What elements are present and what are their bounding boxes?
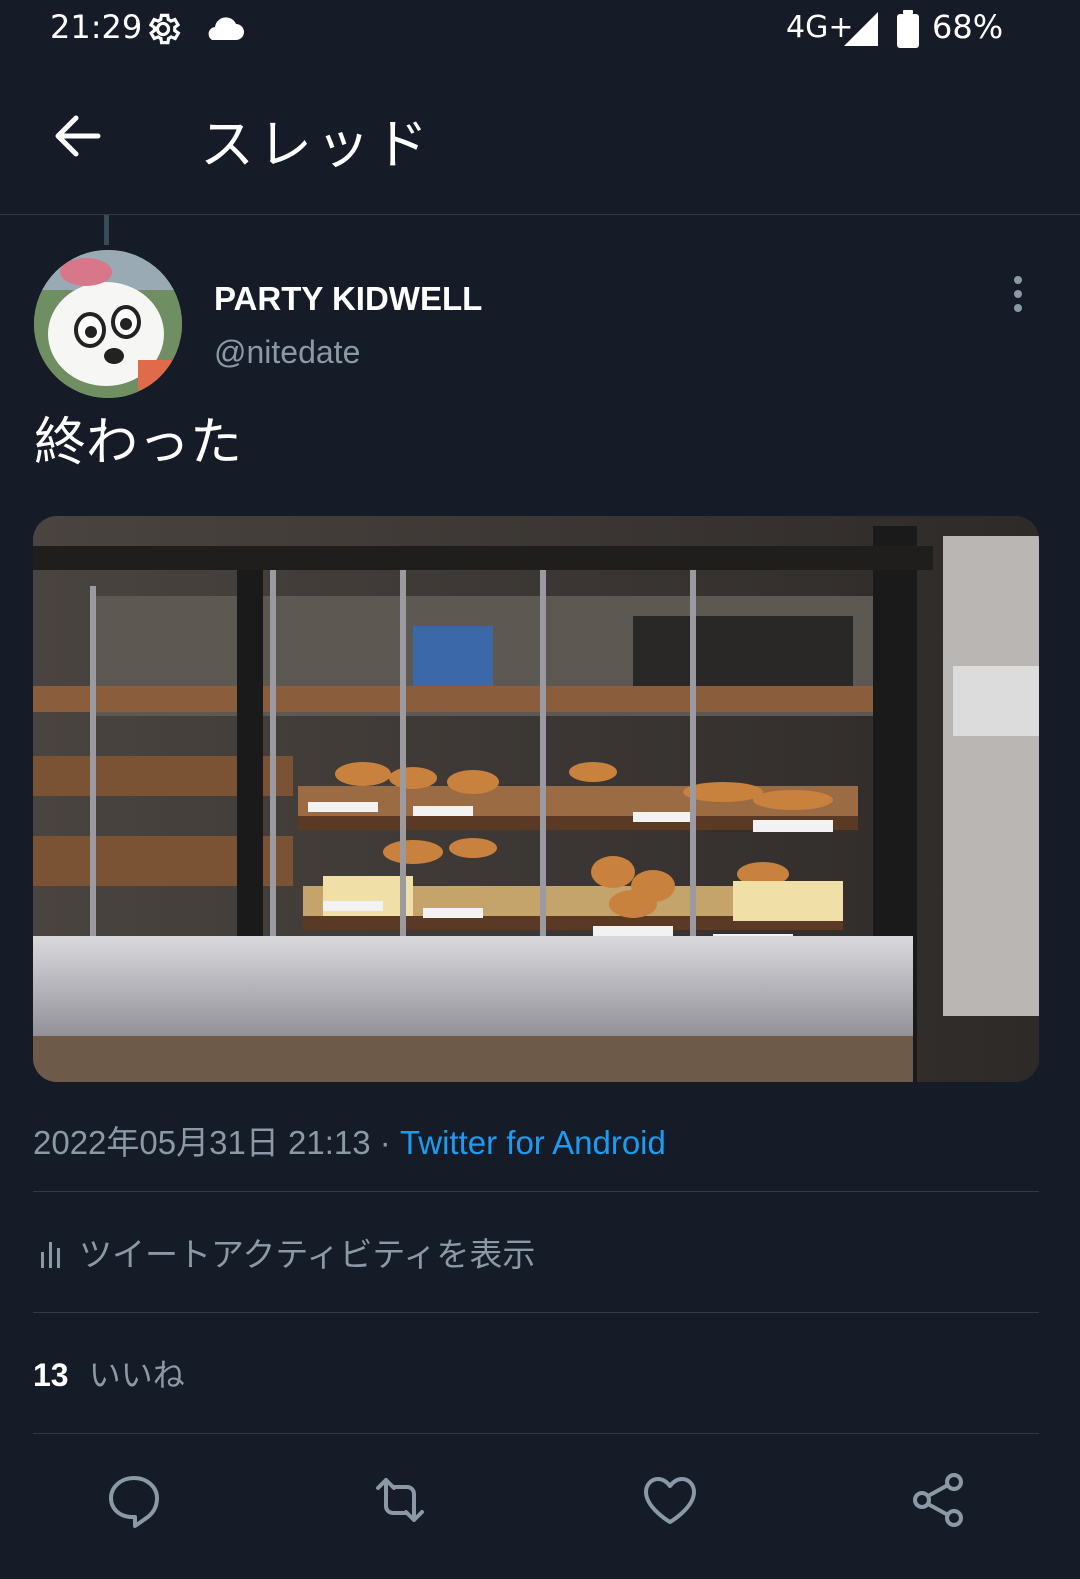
share-icon xyxy=(913,1473,963,1527)
meta-separator: · xyxy=(379,1124,391,1161)
likes-label: いいね xyxy=(88,1356,185,1394)
avatar[interactable] xyxy=(34,250,182,398)
likes-summary[interactable]: 13 いいね xyxy=(33,1350,185,1396)
author-handle[interactable]: @nitedate xyxy=(214,334,360,371)
status-time: 21:29 xyxy=(50,8,143,46)
divider xyxy=(33,1312,1039,1313)
like-button[interactable] xyxy=(640,1470,700,1530)
page-title: スレッド xyxy=(200,113,432,176)
back-button[interactable] xyxy=(48,106,108,166)
like-icon xyxy=(644,1477,696,1524)
retweet-button[interactable] xyxy=(370,1470,430,1530)
tweet-source-link[interactable]: Twitter for Android xyxy=(400,1124,666,1161)
status-bar: 21:29 4G+ 68% xyxy=(0,0,1080,60)
more-vertical-icon xyxy=(1014,276,1022,312)
divider xyxy=(33,1191,1039,1192)
battery-percentage: 68% xyxy=(932,8,1004,46)
share-button[interactable] xyxy=(908,1470,968,1530)
tweet-meta: 2022年05月31日 21:13 · Twitter for Android xyxy=(33,1116,666,1164)
arrow-left-icon xyxy=(55,115,101,157)
tweet-date: 2022年05月31日 21:13 xyxy=(33,1124,371,1161)
tweet-text: 終わった xyxy=(34,413,243,473)
reply-button[interactable] xyxy=(104,1470,164,1530)
thread-connector-line xyxy=(104,215,109,245)
bar-chart-icon xyxy=(39,1238,63,1272)
battery-icon xyxy=(896,10,920,52)
divider xyxy=(33,1433,1039,1434)
tweet-photo[interactable] xyxy=(33,516,1039,1082)
cloud-icon xyxy=(202,14,244,46)
view-tweet-activity-button[interactable]: ツイートアクティビティを表示 xyxy=(33,1222,733,1282)
signal-icon xyxy=(844,12,880,50)
app-header: スレッド xyxy=(0,60,1080,215)
activity-label: ツイートアクティビティを表示 xyxy=(79,1235,536,1274)
avatar-image xyxy=(34,250,182,398)
retweet-icon xyxy=(376,1478,424,1522)
bakery-display-photo xyxy=(33,516,1039,1082)
author-name[interactable]: PARTY KIDWELL xyxy=(214,280,482,318)
more-options-button[interactable] xyxy=(998,272,1038,316)
gear-icon xyxy=(144,10,182,52)
reply-icon xyxy=(109,1476,159,1528)
likes-count: 13 xyxy=(33,1357,69,1393)
